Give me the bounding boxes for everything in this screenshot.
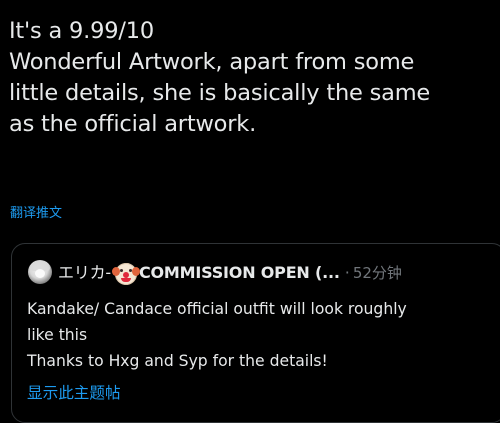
clown-face-icon <box>111 262 140 285</box>
tweet-text: It's a 9.99/10 Wonderful Artwork, apart … <box>9 16 497 140</box>
quote-line: Kandake/ Candace official outfit will lo… <box>27 300 407 318</box>
tweet-line: Wonderful Artwork, apart from some <box>9 49 415 75</box>
translate-tweet-link[interactable]: 翻译推文 <box>10 205 62 223</box>
quote-line: Thanks to Hxg and Syp for the details! <box>27 352 328 370</box>
quote-header: エリカ- COMMISSION OPEN (... · 52分钟 <box>28 259 402 285</box>
tweet-line: little details, she is basically the sam… <box>9 80 431 106</box>
separator-dot: · <box>344 262 350 282</box>
timestamp[interactable]: 52分钟 <box>353 262 402 283</box>
display-name-commission: COMMISSION OPEN (... <box>138 263 340 283</box>
display-name[interactable]: エリカ- COMMISSION OPEN (... <box>58 259 340 285</box>
avatar[interactable] <box>28 260 52 284</box>
display-name-jp: エリカ- <box>58 263 111 283</box>
tweet-line: It's a 9.99/10 <box>9 18 154 44</box>
quote-body: Kandake/ Candace official outfit will lo… <box>27 296 497 374</box>
quote-tweet-card[interactable]: エリカ- COMMISSION OPEN (... · 52分钟 Kandake/… <box>11 243 500 423</box>
quote-line: like this <box>27 326 88 344</box>
show-thread-link[interactable]: 显示此主题帖 <box>27 382 121 404</box>
tweet-line: as the official artwork. <box>9 111 257 137</box>
